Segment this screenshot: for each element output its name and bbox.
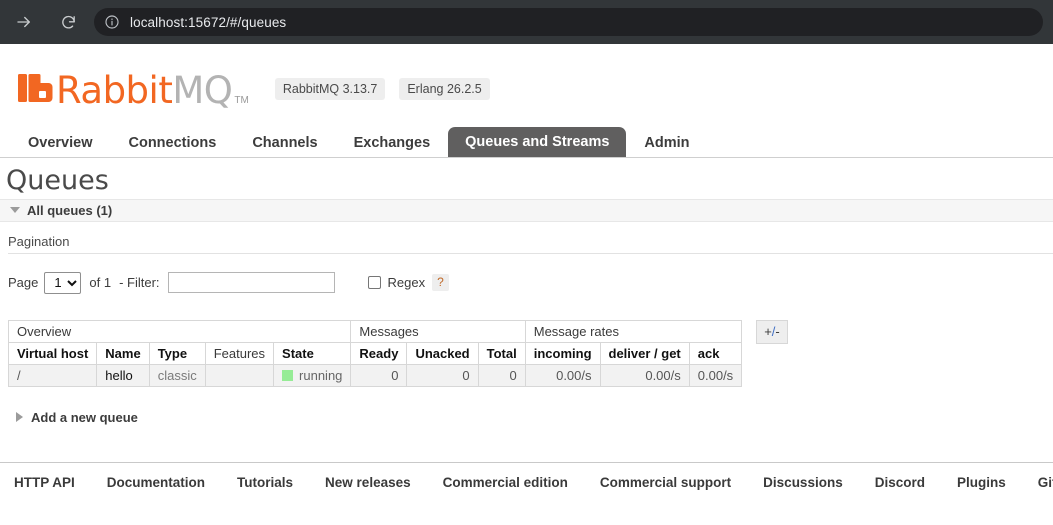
page-title: Queues bbox=[6, 165, 109, 196]
info-circle-icon[interactable] bbox=[104, 14, 120, 30]
queues-table: Overview Messages Message rates Virtual … bbox=[7, 319, 743, 387]
cell-state: running bbox=[273, 363, 352, 387]
cell-ready: 0 bbox=[350, 363, 408, 387]
column-header-name[interactable]: Name bbox=[96, 341, 150, 365]
regex-option[interactable]: Regex ? bbox=[367, 273, 449, 292]
column-header-total[interactable]: Total bbox=[477, 341, 526, 365]
rabbitmq-management-page: Rabbit MQ TM RabbitMQ 3.13.7 Erlang 26.2… bbox=[0, 44, 1053, 525]
column-header-features: Features bbox=[204, 341, 275, 365]
footer-link-github[interactable]: GitHub bbox=[1038, 475, 1053, 490]
footer-link-commercial-support[interactable]: Commercial support bbox=[600, 475, 731, 490]
column-header-virtual-host[interactable]: Virtual host bbox=[7, 341, 98, 365]
all-queues-label: All queues (1) bbox=[27, 202, 113, 218]
toggle-columns-button[interactable]: +/- bbox=[756, 319, 788, 344]
cell-total: 0 bbox=[477, 363, 526, 387]
slash-glyph: / bbox=[771, 323, 776, 339]
triangle-down-icon bbox=[10, 207, 20, 214]
footer-links: HTTP API Documentation Tutorials New rel… bbox=[0, 462, 1053, 525]
footer-link-http-api[interactable]: HTTP API bbox=[14, 475, 75, 490]
state-indicator-icon bbox=[282, 369, 294, 381]
filter-input[interactable] bbox=[167, 272, 335, 294]
rabbitmq-logo[interactable]: Rabbit MQ TM bbox=[18, 72, 249, 109]
cell-incoming: 0.00/s bbox=[524, 363, 601, 387]
table-row[interactable]: / hello classic running 0 0 0 0.00/s 0.0… bbox=[7, 363, 743, 387]
cell-features bbox=[204, 363, 275, 387]
cell-virtual-host: / bbox=[7, 363, 98, 387]
address-bar-url: localhost:15672/#/queues bbox=[130, 14, 287, 30]
tab-connections[interactable]: Connections bbox=[111, 130, 235, 158]
pagination-block: Pagination Page 1 of 1 - Filter: Regex ? bbox=[0, 222, 1053, 294]
column-header-ack[interactable]: ack bbox=[688, 341, 743, 365]
badge-erlang-version: Erlang 26.2.5 bbox=[399, 78, 490, 100]
tab-overview[interactable]: Overview bbox=[10, 130, 111, 158]
filter-label: - Filter: bbox=[119, 275, 160, 291]
cell-queue-name[interactable]: hello bbox=[96, 363, 150, 387]
all-queues-section-header[interactable]: All queues (1) bbox=[0, 198, 1053, 222]
forward-icon[interactable] bbox=[10, 8, 38, 36]
logo-text-rabbit: Rabbit bbox=[56, 68, 173, 112]
column-header-state[interactable]: State bbox=[273, 341, 352, 365]
column-header-ready[interactable]: Ready bbox=[350, 341, 408, 365]
browser-toolbar: localhost:15672/#/queues bbox=[0, 0, 1053, 44]
footer-link-new-releases[interactable]: New releases bbox=[325, 475, 411, 490]
column-header-type[interactable]: Type bbox=[148, 341, 206, 365]
logo-text-mq: MQ bbox=[172, 68, 233, 112]
brand-header: Rabbit MQ TM RabbitMQ 3.13.7 Erlang 26.2… bbox=[0, 44, 1053, 109]
queues-table-area: Overview Messages Message rates Virtual … bbox=[0, 319, 1053, 387]
pagination-title: Pagination bbox=[8, 233, 70, 249]
regex-checkbox[interactable] bbox=[367, 276, 381, 290]
group-header-overview: Overview bbox=[7, 319, 352, 343]
group-header-message-rates: Message rates bbox=[524, 319, 743, 343]
footer-link-commercial-edition[interactable]: Commercial edition bbox=[443, 475, 568, 490]
main-navigation-tabs: Overview Connections Channels Exchanges … bbox=[0, 126, 1053, 158]
triangle-right-icon bbox=[16, 412, 23, 423]
badge-rabbitmq-version: RabbitMQ 3.13.7 bbox=[274, 78, 386, 100]
logo-trademark: TM bbox=[234, 94, 249, 106]
reload-icon[interactable] bbox=[54, 8, 82, 36]
footer-link-plugins[interactable]: Plugins bbox=[957, 475, 1006, 490]
tab-exchanges[interactable]: Exchanges bbox=[336, 130, 449, 158]
regex-label: Regex bbox=[387, 275, 426, 291]
cell-type: classic bbox=[148, 363, 206, 387]
column-header-incoming[interactable]: incoming bbox=[524, 341, 601, 365]
pagination-controls: Page 1 of 1 - Filter: Regex ? bbox=[8, 254, 1053, 294]
table-column-header-row: Virtual host Name Type Features State Re… bbox=[7, 341, 743, 365]
address-bar[interactable]: localhost:15672/#/queues bbox=[94, 8, 1043, 36]
group-header-messages: Messages bbox=[350, 319, 526, 343]
tab-admin[interactable]: Admin bbox=[626, 130, 707, 158]
version-badges: RabbitMQ 3.13.7 Erlang 26.2.5 bbox=[274, 78, 504, 100]
column-header-deliver-get[interactable]: deliver / get bbox=[599, 341, 690, 365]
page-select[interactable]: 1 bbox=[44, 271, 82, 294]
tab-queues-and-streams[interactable]: Queues and Streams bbox=[448, 126, 627, 157]
footer-link-discussions[interactable]: Discussions bbox=[763, 475, 843, 490]
cell-deliver-get: 0.00/s bbox=[599, 363, 690, 387]
cell-state-label: running bbox=[299, 367, 343, 383]
add-new-queue-label: Add a new queue bbox=[31, 409, 138, 425]
add-new-queue-section[interactable]: Add a new queue bbox=[0, 410, 1053, 425]
footer-link-discord[interactable]: Discord bbox=[875, 475, 925, 490]
column-header-unacked[interactable]: Unacked bbox=[406, 341, 479, 365]
page-count-label: of 1 bbox=[89, 275, 112, 291]
page-label: Page bbox=[8, 275, 39, 291]
footer-link-tutorials[interactable]: Tutorials bbox=[237, 475, 293, 490]
cell-ack: 0.00/s bbox=[688, 363, 743, 387]
table-group-header-row: Overview Messages Message rates bbox=[7, 319, 743, 343]
regex-help-icon[interactable]: ? bbox=[432, 273, 449, 292]
tab-channels[interactable]: Channels bbox=[234, 130, 335, 158]
rabbitmq-logo-mark-icon bbox=[18, 72, 54, 109]
footer-link-documentation[interactable]: Documentation bbox=[107, 475, 205, 490]
cell-unacked: 0 bbox=[406, 363, 479, 387]
